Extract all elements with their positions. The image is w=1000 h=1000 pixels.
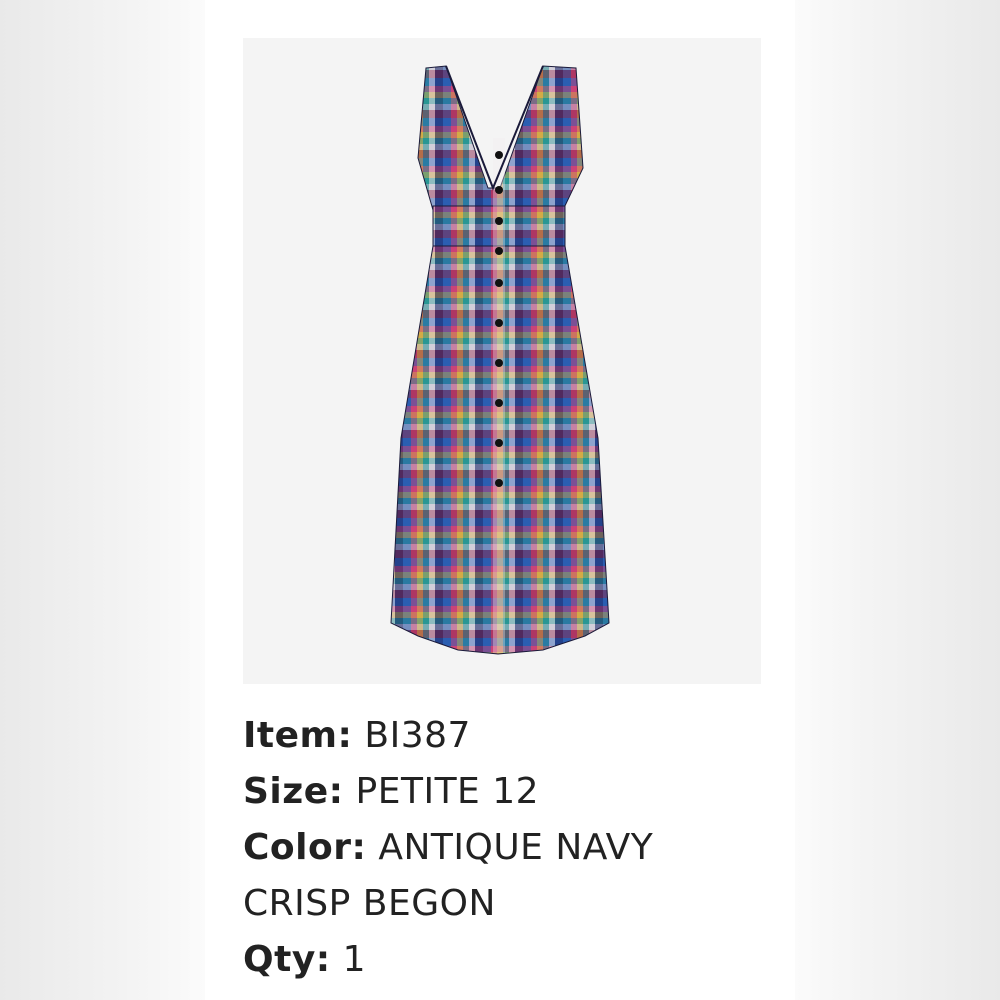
color-row-continued: CRISP BEGON (243, 876, 763, 932)
qty-value: 1 (342, 939, 367, 980)
size-label: Size: (243, 771, 344, 812)
color-value-line1: ANTIQUE NAVY (378, 827, 654, 868)
item-row: Item: BI387 (243, 708, 763, 764)
color-row: Color: ANTIQUE NAVY (243, 820, 763, 876)
size-row: Size: PETITE 12 (243, 764, 763, 820)
blurred-background-left (0, 0, 205, 1000)
plaid-dress-illustration (390, 65, 610, 655)
order-details: Item: BI387 Size: PETITE 12 Color: ANTIQ… (243, 708, 763, 988)
product-image[interactable] (243, 38, 761, 684)
color-label: Color: (243, 827, 367, 868)
qty-label: Qty: (243, 939, 331, 980)
item-value: BI387 (364, 715, 471, 756)
blurred-background-right (795, 0, 1000, 1000)
size-value: PETITE 12 (355, 771, 540, 812)
color-value-line2: CRISP BEGON (243, 883, 496, 924)
qty-row: Qty: 1 (243, 932, 763, 988)
product-card: Item: BI387 Size: PETITE 12 Color: ANTIQ… (205, 0, 795, 1000)
item-label: Item: (243, 715, 353, 756)
